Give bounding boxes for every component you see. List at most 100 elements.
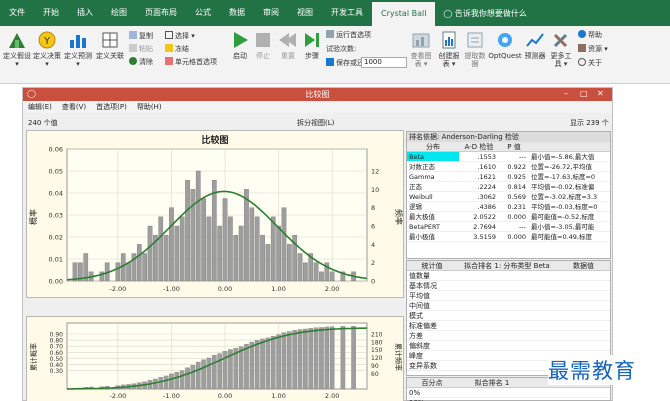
col-fit-rank-1[interactable]: 拟合排名 1: 分布类型 Beta bbox=[457, 261, 557, 270]
y2-tick-label: 0 bbox=[371, 278, 375, 286]
copy-button[interactable]: 复制 bbox=[129, 31, 153, 42]
col-p-value[interactable]: P 值 bbox=[499, 142, 529, 151]
maximize-icon[interactable]: □ bbox=[580, 88, 588, 100]
col-ad-test[interactable]: A-D 检验 bbox=[459, 142, 499, 151]
comparison-chart-window: ◯ 比较图 – □ ✕ 编辑(E) 查看(V) 首选项(P) 帮助(H) 2 4 0… bbox=[22, 87, 613, 401]
fit-distribution-name: Beta bbox=[407, 152, 459, 161]
step-button[interactable]: 步骤 bbox=[302, 30, 322, 60]
fit-ad-value: .1610 bbox=[477, 163, 496, 171]
col-pct-fit-rank-1[interactable]: 拟合排名 1 bbox=[457, 378, 527, 387]
run-prefs-button[interactable]: 运行首选项 bbox=[326, 30, 371, 41]
reset-button[interactable]: 重置 bbox=[277, 30, 299, 60]
fit-table-header: 分布 A-D 检验 P 值 bbox=[407, 142, 610, 152]
y2-tick-label: 2 bbox=[371, 259, 375, 267]
fit-row[interactable]: 正态 .2224 0.814 平均值=-0.02,标准偏 bbox=[407, 182, 610, 192]
cum-y-tick-label: 0.90 bbox=[50, 332, 64, 339]
paste-button[interactable]: 粘贴 bbox=[129, 44, 153, 55]
col-statistic[interactable]: 统计值 bbox=[407, 261, 457, 270]
help-button[interactable]: 帮助 bbox=[578, 30, 602, 41]
trials-input[interactable]: 1000 bbox=[361, 57, 407, 68]
cumulative-bar bbox=[249, 341, 255, 390]
tab-crystal-ball[interactable]: Crystal Ball bbox=[372, 2, 436, 26]
stats-row: 值数量 bbox=[407, 271, 610, 281]
menu-help[interactable]: 帮助(H) bbox=[132, 102, 167, 113]
minimize-icon[interactable]: – bbox=[564, 88, 568, 100]
stop-button[interactable]: 停止 bbox=[253, 30, 273, 60]
col-percentile[interactable]: 百分点 bbox=[407, 378, 457, 387]
tab-file[interactable]: 文件 bbox=[0, 0, 34, 26]
split-view-button[interactable]: 拆分视图(L) bbox=[297, 119, 334, 128]
create-report-button[interactable]: 创建报表 ▾ bbox=[436, 30, 462, 68]
define-decision-label: 定义决策 ▾ bbox=[33, 52, 61, 68]
define-decision-button[interactable]: Y 定义决策 ▾ bbox=[33, 30, 61, 68]
fit-row[interactable]: 对数正态 .1610 0.922 位置=-26.72,平均值 bbox=[407, 162, 610, 172]
freeze-button[interactable]: 冻结 bbox=[165, 44, 189, 55]
y2-tick-label: 4 bbox=[371, 241, 375, 249]
fit-row[interactable]: 最大极值 2.0522 0.000 最可能值=-0.52,标度 bbox=[407, 212, 610, 222]
fit-ad-value: 2.0522 bbox=[473, 213, 496, 221]
col-parameters[interactable] bbox=[529, 142, 610, 151]
y-axis-label: 概率 bbox=[28, 209, 38, 225]
menu-view[interactable]: 查看(V) bbox=[57, 102, 91, 113]
cum-y-tick-label: 0.60 bbox=[50, 350, 64, 357]
watermark-logo: 最需教育 bbox=[548, 355, 636, 385]
run-prefs-icon bbox=[326, 30, 334, 38]
tab-review[interactable]: 审阅 bbox=[254, 0, 288, 26]
cumulative-bar bbox=[340, 326, 346, 390]
start-button[interactable]: 启动 bbox=[230, 30, 250, 60]
cum-x-tick-label: 1.00 bbox=[271, 392, 285, 400]
tab-page-layout[interactable]: 页面布局 bbox=[136, 0, 186, 26]
tab-data[interactable]: 数据 bbox=[220, 0, 254, 26]
cumulative-bar bbox=[329, 326, 335, 390]
tab-home[interactable]: 开始 bbox=[34, 0, 68, 26]
y2-tick-label: 10 bbox=[371, 186, 379, 194]
tell-me-box[interactable]: ◯ 告诉我你想要做什么 bbox=[443, 8, 527, 19]
cumulative-bar bbox=[297, 329, 303, 390]
col-data-value[interactable]: 数据值 bbox=[557, 261, 610, 270]
col-distribution[interactable]: 分布 bbox=[407, 142, 459, 151]
more-tools-button[interactable]: 更多工具 ▾ bbox=[548, 30, 574, 68]
cumulative-bar bbox=[244, 343, 249, 390]
tab-developer[interactable]: 开发工具 bbox=[322, 0, 372, 26]
define-assumption-button[interactable]: 定义假设 ▾ bbox=[2, 30, 32, 68]
fit-distribution-name: BetaPERT bbox=[409, 223, 441, 231]
predictor-button[interactable]: 预测器 bbox=[524, 30, 546, 60]
window-titlebar[interactable]: ◯ 比较图 – □ ✕ bbox=[23, 88, 612, 101]
define-relation-button[interactable]: 定义关联 bbox=[96, 30, 124, 60]
histogram-bar bbox=[244, 189, 249, 282]
tab-insert[interactable]: 插入 bbox=[68, 0, 102, 26]
tab-draw[interactable]: 绘图 bbox=[102, 0, 136, 26]
cumulative-bar bbox=[287, 331, 292, 390]
fit-row[interactable]: Weibull .3062 0.569 位置=-3.02,标度=3.3 bbox=[407, 192, 610, 202]
clear-button[interactable]: 清除 bbox=[129, 57, 153, 68]
resources-button[interactable]: 资源 ▾ bbox=[578, 44, 608, 55]
copy-label: 复制 bbox=[139, 32, 153, 40]
tab-formulas[interactable]: 公式 bbox=[186, 0, 220, 26]
fit-row[interactable]: Gamma .1621 0.925 位置=-17.63,标度=0 bbox=[407, 172, 610, 182]
select-button[interactable]: 选择 ▾ bbox=[165, 31, 195, 42]
y-tick-label: 0.06 bbox=[49, 146, 63, 154]
menu-preferences[interactable]: 首选项(P) bbox=[91, 102, 132, 113]
cum-y2-tick-label: 90 bbox=[371, 363, 379, 370]
forecast-icon bbox=[70, 35, 86, 48]
predictor-label: 预测器 bbox=[524, 52, 546, 60]
tab-view[interactable]: 视图 bbox=[288, 0, 322, 26]
define-forecast-button[interactable]: 定义预测 ▾ bbox=[64, 30, 92, 68]
close-icon[interactable]: ✕ bbox=[597, 88, 604, 100]
cell-prefs-button[interactable]: 单元格首选项 bbox=[165, 57, 217, 68]
fit-row[interactable]: 最小极值 3.5159 0.000 最可能值=0.49,标度 bbox=[407, 232, 610, 242]
fit-row[interactable]: Beta .1553 --- 最小值=-5.86,最大值 bbox=[407, 152, 610, 162]
cum-y2-tick-label: 120 bbox=[371, 355, 383, 362]
x-tick-label: -2.00 bbox=[109, 285, 126, 293]
stop-label: 停止 bbox=[256, 52, 270, 60]
fit-row[interactable]: BetaPERT 2.7694 --- 最小值=-3.05,最可能 bbox=[407, 222, 610, 232]
histogram-bar bbox=[281, 207, 287, 282]
cumulative-bar bbox=[270, 335, 276, 390]
optquest-button[interactable]: OptQuest bbox=[488, 30, 522, 60]
about-button[interactable]: 关于 bbox=[578, 58, 602, 69]
fit-row[interactable]: 逻辑 .4386 0.231 平均值=-0.03,标度=0 bbox=[407, 202, 610, 212]
view-charts-button[interactable]: 查看图表 ▾ bbox=[408, 30, 434, 68]
menu-edit[interactable]: 编辑(E) bbox=[23, 102, 57, 113]
extract-data-button[interactable]: 提取数据 bbox=[464, 30, 486, 68]
ribbon: 定义假设 ▾ Y 定义决策 ▾ 定义预测 ▾ 定义关联 复制 粘贴 清除 选择 … bbox=[0, 26, 670, 84]
